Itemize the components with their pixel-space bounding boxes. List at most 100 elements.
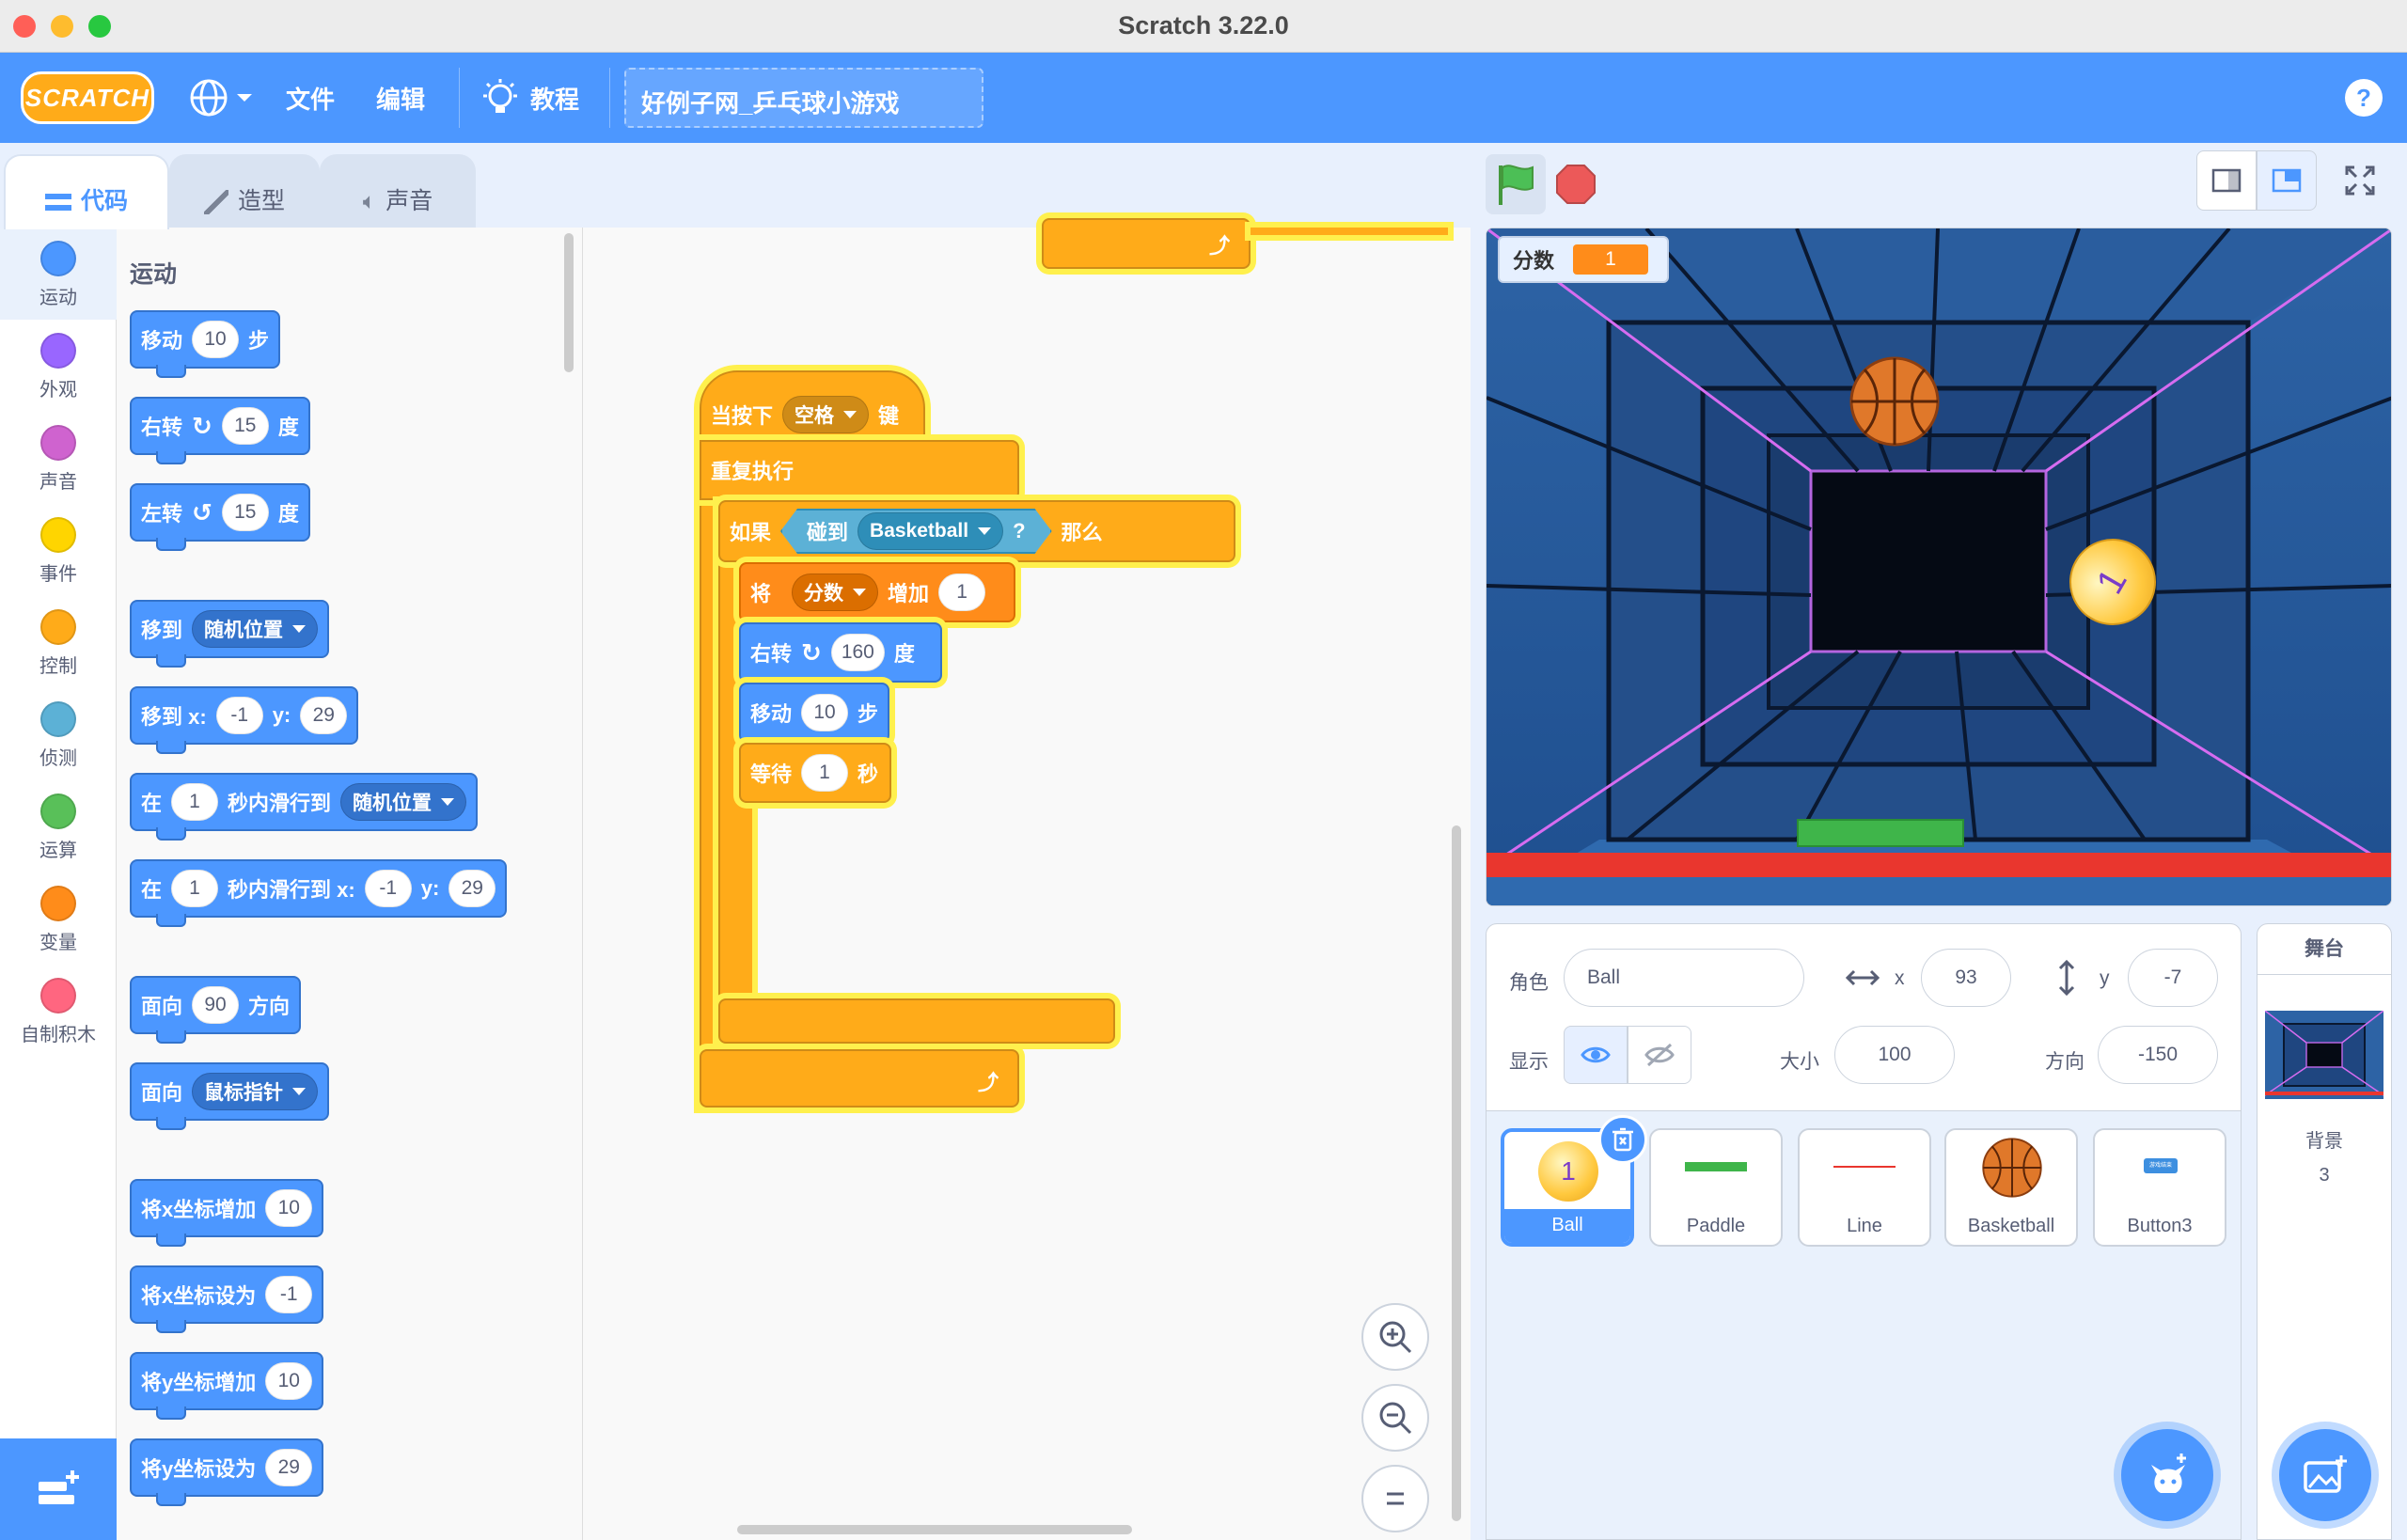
language-menu[interactable] [188, 77, 256, 118]
category-operators[interactable]: 运算 [0, 780, 117, 872]
sprite-tile-line[interactable]: Line [1798, 1128, 1931, 1247]
zoom-out-button[interactable] [1361, 1384, 1429, 1452]
category-looks[interactable]: 外观 [0, 320, 117, 412]
block-turn-left[interactable]: 左转 ↺ 15 度 [130, 483, 310, 551]
zoom-in-button[interactable] [1361, 1303, 1429, 1371]
degrees-input[interactable]: 15 [221, 407, 269, 445]
x-input[interactable]: -1 [364, 870, 412, 907]
if-then-block[interactable]: 如果 碰到 Basketball ? 那么 [718, 500, 1235, 562]
block-goto[interactable]: 移到 随机位置 [130, 600, 330, 668]
tab-code[interactable]: 代码 [4, 154, 169, 229]
point-target-dropdown[interactable]: 鼠标指针 [192, 1073, 319, 1110]
steps-input[interactable]: 10 [801, 694, 849, 731]
category-variables[interactable]: 变量 [0, 872, 117, 965]
value-input[interactable]: 29 [265, 1449, 313, 1486]
x-position-input[interactable]: 93 [1921, 949, 2011, 1007]
scratch-logo[interactable]: SCRATCH [21, 71, 154, 124]
tutorials-menu[interactable]: 教程 [530, 81, 579, 116]
block-glide-xy[interactable]: 在 1 秒内滑行到 x: -1 y: 29 [130, 859, 508, 927]
steps-input[interactable]: 10 [192, 321, 240, 358]
project-title-input[interactable]: 好例子网_乒乓球小游戏 [624, 68, 983, 128]
hide-sprite-button[interactable] [1628, 1026, 1691, 1084]
show-sprite-button[interactable] [1564, 1026, 1628, 1084]
block-goto-xy[interactable]: 移到 x: -1 y: 29 [130, 686, 359, 754]
green-flag-button[interactable] [1486, 154, 1546, 214]
category-sensing[interactable]: 侦测 [0, 688, 117, 780]
choose-backdrop-button[interactable] [2279, 1429, 2371, 1521]
category-control[interactable]: 控制 [0, 596, 117, 688]
delete-sprite-button[interactable] [1598, 1115, 1647, 1164]
zoom-reset-button[interactable] [1361, 1465, 1429, 1532]
sprite-tile-name: Ball [1504, 1209, 1630, 1243]
block-set-y[interactable]: 将y坐标设为 29 [130, 1438, 324, 1506]
y-input[interactable]: 29 [448, 870, 496, 907]
variable-dropdown[interactable]: 分数 [792, 574, 879, 611]
value-input[interactable]: -1 [265, 1276, 313, 1313]
y-position-input[interactable]: -7 [2128, 949, 2218, 1007]
when-key-pressed-block[interactable]: 当按下 空格 键 [700, 370, 925, 446]
size-input[interactable]: 100 [1834, 1026, 1955, 1084]
block-change-x[interactable]: 将x坐标增加 10 [130, 1179, 324, 1247]
normal-stage-button[interactable] [2257, 150, 2317, 211]
category-sound[interactable]: 声音 [0, 412, 117, 504]
category-my-blocks[interactable]: 自制积木 [0, 965, 117, 1057]
key-dropdown[interactable]: 空格 [782, 396, 870, 433]
fullscreen-button[interactable] [2330, 150, 2390, 211]
sprite-tile-button3[interactable]: 游戏结束 Button3 [2093, 1128, 2226, 1247]
offscreen-script-block[interactable]: ⤴ [1042, 218, 1251, 269]
stage-canvas[interactable]: 1 分数 1 [1486, 228, 2392, 906]
help-button[interactable]: ? [2345, 79, 2383, 117]
x-input[interactable]: -1 [215, 697, 263, 734]
block-glide-to[interactable]: 在 1 秒内滑行到 随机位置 [130, 773, 479, 841]
block-set-x[interactable]: 将x坐标设为 -1 [130, 1265, 324, 1333]
degrees-input[interactable]: 15 [221, 494, 269, 531]
wait-block[interactable]: 等待 1 秒 [739, 743, 891, 803]
if-block-end [718, 998, 1115, 1044]
script-area[interactable]: ⤴ 当按下 空格 键 重复执行 ⤴ 如果 碰到 Basketball ? 那么 … [583, 218, 1471, 1540]
sprite-name-input[interactable]: Ball [1564, 949, 1804, 1007]
block-change-y[interactable]: 将y坐标增加 10 [130, 1352, 324, 1420]
direction-input[interactable]: 90 [192, 986, 240, 1024]
sprite-tile-paddle[interactable]: Paddle [1649, 1128, 1783, 1247]
palette-scrollbar[interactable] [564, 233, 574, 372]
block-point-towards[interactable]: 面向 鼠标指针 [130, 1062, 330, 1130]
touching-sensing-block[interactable]: 碰到 Basketball ? [780, 509, 1052, 554]
forever-block[interactable]: 重复执行 [700, 440, 1019, 500]
seconds-input[interactable]: 1 [801, 754, 849, 792]
small-stage-button[interactable] [2196, 150, 2257, 211]
add-extension-button[interactable] [0, 1438, 117, 1540]
block-point-direction[interactable]: 面向 90 方向 [130, 976, 302, 1044]
script-vertical-scrollbar[interactable] [1452, 825, 1461, 1521]
block-text: 将y坐标增加 [141, 1371, 257, 1394]
paddle-sprite[interactable] [1797, 819, 1964, 847]
block-turn-right[interactable]: 右转 ↻ 15 度 [130, 397, 310, 464]
score-monitor[interactable]: 分数 1 [1498, 236, 1669, 283]
seconds-input[interactable]: 1 [171, 783, 219, 821]
tab-costumes[interactable]: 造型 [169, 154, 320, 229]
y-input[interactable]: 29 [300, 697, 348, 734]
category-events[interactable]: 事件 [0, 504, 117, 596]
seconds-input[interactable]: 1 [171, 870, 219, 907]
block-move-steps[interactable]: 移动 10 步 [130, 310, 281, 378]
degrees-input[interactable]: 160 [830, 634, 885, 671]
basketball-sprite[interactable] [1849, 356, 1940, 447]
stop-button[interactable] [1555, 164, 1597, 205]
block-text: 面向 [141, 1081, 183, 1105]
goto-target-dropdown[interactable]: 随机位置 [192, 610, 319, 648]
category-motion[interactable]: 运动 [0, 228, 117, 320]
edit-menu[interactable]: 编辑 [376, 81, 425, 116]
touch-target-dropdown[interactable]: Basketball [857, 512, 1003, 550]
direction-input[interactable]: -150 [2098, 1026, 2218, 1084]
change-amount-input[interactable]: 1 [938, 574, 986, 611]
tab-sounds[interactable]: 🔈︎ 声音 [320, 154, 476, 229]
change-variable-block[interactable]: 将 分数 增加 1 [739, 562, 1015, 622]
script-horizontal-scrollbar[interactable] [737, 1525, 1132, 1534]
value-input[interactable]: 10 [265, 1362, 313, 1400]
move-steps-block[interactable]: 移动 10 步 [739, 683, 889, 743]
sprite-tile-basketball[interactable]: Basketball [1944, 1128, 2078, 1247]
turn-right-block[interactable]: 右转 ↻ 160 度 [739, 622, 942, 683]
file-menu[interactable]: 文件 [286, 81, 335, 116]
choose-sprite-button[interactable] [2121, 1429, 2213, 1521]
value-input[interactable]: 10 [265, 1189, 313, 1227]
glide-target-dropdown[interactable]: 随机位置 [340, 783, 467, 821]
